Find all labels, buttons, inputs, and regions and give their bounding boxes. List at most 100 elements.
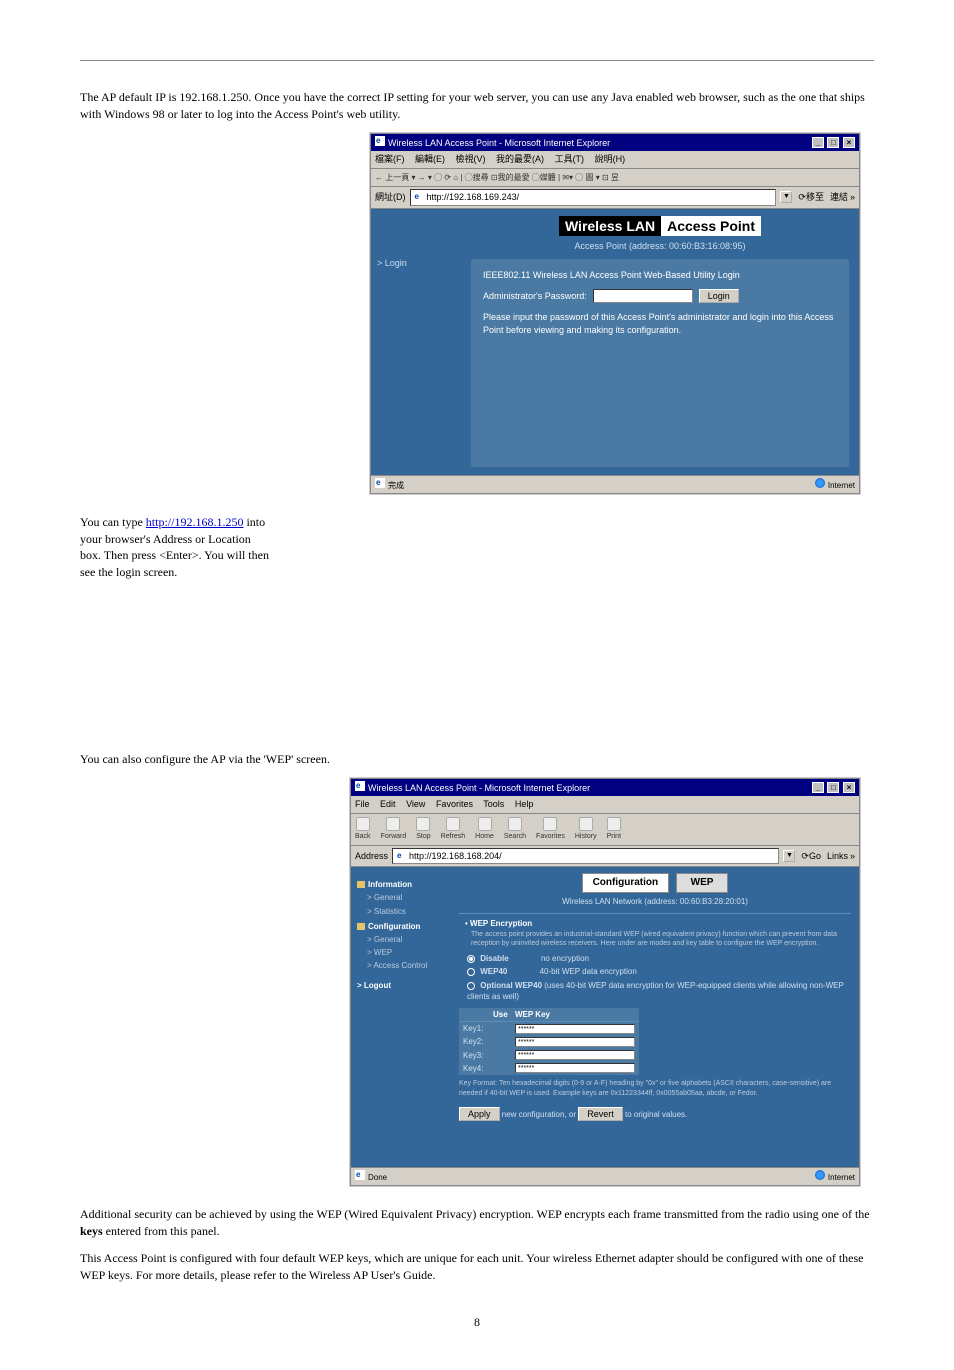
menu-tools-2[interactable]: Tools: [483, 799, 504, 809]
nav-configuration[interactable]: Configuration: [357, 921, 445, 932]
tb-back[interactable]: Back: [355, 817, 371, 842]
menu-edit-2[interactable]: Edit: [380, 799, 396, 809]
address-input-2[interactable]: http://192.168.168.204/: [392, 848, 779, 865]
banner-right: Access Point: [661, 216, 761, 236]
window-title: Wireless LAN Access Point - Microsoft In…: [388, 138, 610, 148]
nav-login[interactable]: > Login: [377, 257, 455, 270]
nav-information[interactable]: Information: [357, 879, 445, 890]
close-icon[interactable]: ×: [843, 137, 855, 148]
tab-configuration[interactable]: Configuration: [582, 873, 670, 893]
col-use: Use: [493, 1009, 515, 1020]
wep-option-disable[interactable]: Disable no encryption: [467, 953, 851, 964]
wep-intro-paragraph: You can also configure the AP via the 'W…: [80, 751, 874, 768]
wep-option-optional-wep40[interactable]: Optional WEP40 (uses 40-bit WEP data enc…: [467, 980, 851, 1002]
key2-input[interactable]: ******: [515, 1037, 635, 1047]
col-wepkey: WEP Key: [515, 1009, 550, 1020]
revert-button[interactable]: Revert: [578, 1107, 623, 1121]
para4-suffix: entered from this panel.: [103, 1224, 220, 1238]
window-titlebar-2: Wireless LAN Access Point - Microsoft In…: [351, 779, 859, 797]
links-button-2[interactable]: Links: [827, 850, 848, 863]
para4-prefix: Additional security can be achieved by u…: [80, 1207, 870, 1221]
address-dropdown-icon-2[interactable]: ▼: [783, 850, 795, 862]
maximize-icon-2[interactable]: □: [827, 782, 839, 793]
menubar-2: File Edit View Favorites Tools Help: [351, 796, 859, 814]
links-button[interactable]: 連結: [830, 191, 848, 204]
menu-view-2[interactable]: View: [406, 799, 425, 809]
go-button-2[interactable]: ⟳Go: [801, 850, 821, 863]
nav-config-wep[interactable]: > WEP: [367, 947, 445, 958]
menu-view[interactable]: 檢視(V): [456, 154, 486, 164]
menu-file-2[interactable]: File: [355, 799, 370, 809]
menu-file[interactable]: 檔案(F): [375, 154, 405, 164]
status-right: Internet: [828, 481, 855, 490]
links-expand-icon-2[interactable]: »: [850, 850, 855, 863]
tb-home[interactable]: Home: [475, 817, 494, 842]
ie-page-icon: [414, 192, 424, 202]
minimize-icon[interactable]: _: [812, 137, 824, 148]
key3-input[interactable]: ******: [515, 1050, 635, 1060]
menu-help[interactable]: 說明(H): [595, 154, 626, 164]
ie-icon: [375, 136, 385, 146]
address-value: http://192.168.169.243/: [427, 191, 520, 204]
key3-label: Key3:: [463, 1050, 493, 1061]
apply-button[interactable]: Apply: [459, 1107, 500, 1121]
nav-config-access-control[interactable]: > Access Control: [367, 960, 445, 971]
address-label: 網址(D): [375, 191, 406, 204]
internet-zone-icon-2: [815, 1170, 825, 1180]
radio-optwep40-icon: [467, 982, 475, 990]
minimize-icon-2[interactable]: _: [812, 782, 824, 793]
menu-help-2[interactable]: Help: [515, 799, 534, 809]
ie-page-icon-2: [396, 851, 406, 861]
wep-option-wep40[interactable]: WEP40 40-bit WEP data encryption: [467, 966, 851, 977]
menu-favorites[interactable]: 我的最愛(A): [496, 154, 544, 164]
screenshot-login: Wireless LAN Access Point - Microsoft In…: [370, 133, 860, 494]
ie-icon-2: [355, 781, 365, 791]
wep-description: The access point provides an industrial-…: [471, 930, 851, 950]
tb-history[interactable]: History: [575, 817, 597, 842]
nav-config-general[interactable]: > General: [367, 934, 445, 945]
tb-print[interactable]: Print: [607, 817, 621, 842]
status-right-2: Internet: [828, 1173, 855, 1182]
login-button[interactable]: Login: [699, 289, 739, 303]
window-title-2: Wireless LAN Access Point - Microsoft In…: [368, 783, 590, 793]
menu-edit[interactable]: 編輯(E): [415, 154, 445, 164]
internet-zone-icon: [815, 478, 825, 488]
tb-favorites[interactable]: Favorites: [536, 817, 565, 842]
tab-wep[interactable]: WEP: [676, 873, 729, 893]
key1-input[interactable]: ******: [515, 1024, 635, 1034]
address-label-2: Address: [355, 850, 388, 863]
password-label: Administrator's Password:: [483, 290, 587, 303]
tb-stop[interactable]: Stop: [416, 817, 430, 842]
key4-input[interactable]: ******: [515, 1063, 635, 1073]
password-input[interactable]: [593, 289, 693, 303]
go-button[interactable]: ⟳移至: [798, 191, 824, 204]
address-dropdown-icon[interactable]: ▼: [780, 191, 792, 203]
links-expand-icon[interactable]: »: [850, 191, 855, 204]
default-ip-link[interactable]: http://192.168.1.250: [146, 515, 244, 529]
maximize-icon[interactable]: □: [827, 137, 839, 148]
tb-forward[interactable]: Forward: [381, 817, 407, 842]
toolbar: ← 上一頁 ▾ → ▾ ◯ ⟳ ⌂ | ◯搜尋 ⊡我的最愛 ◯媒體 | ✉▾ ◯…: [371, 169, 859, 187]
menubar: 檔案(F) 編輯(E) 檢視(V) 我的最愛(A) 工具(T) 說明(H): [371, 151, 859, 169]
menu-favorites-2[interactable]: Favorites: [436, 799, 473, 809]
nav-info-statistics[interactable]: > Statistics: [367, 906, 445, 917]
nav-info-general[interactable]: > General: [367, 892, 445, 903]
toolbar-2: Back Forward Stop Refresh Home Search Fa…: [351, 814, 859, 846]
tb-search[interactable]: Search: [504, 817, 526, 842]
apply-text: new configuration, or: [502, 1110, 576, 1119]
menu-tools[interactable]: 工具(T): [555, 154, 585, 164]
key4-label: Key4:: [463, 1063, 493, 1074]
banner-subtitle: Access Point (address: 00:60:B3:16:08:95…: [471, 240, 849, 253]
tb-refresh[interactable]: Refresh: [441, 817, 466, 842]
nav-logout[interactable]: > Logout: [357, 980, 445, 991]
top-rule: [80, 60, 874, 61]
address-input[interactable]: http://192.168.169.243/: [410, 189, 777, 206]
window-titlebar: Wireless LAN Access Point - Microsoft In…: [371, 134, 859, 152]
address-bar: 網址(D) http://192.168.169.243/ ▼ ⟳移至 連結 »: [371, 187, 859, 209]
address-bar-2: Address http://192.168.168.204/ ▼ ⟳Go Li…: [351, 846, 859, 868]
para4-bold: keys: [80, 1224, 103, 1238]
status-ie-icon: [375, 478, 385, 488]
wep-key-table: Use WEP Key Key1: ****** Key2:: [459, 1008, 639, 1075]
key2-label: Key2:: [463, 1036, 493, 1047]
close-icon-2[interactable]: ×: [843, 782, 855, 793]
